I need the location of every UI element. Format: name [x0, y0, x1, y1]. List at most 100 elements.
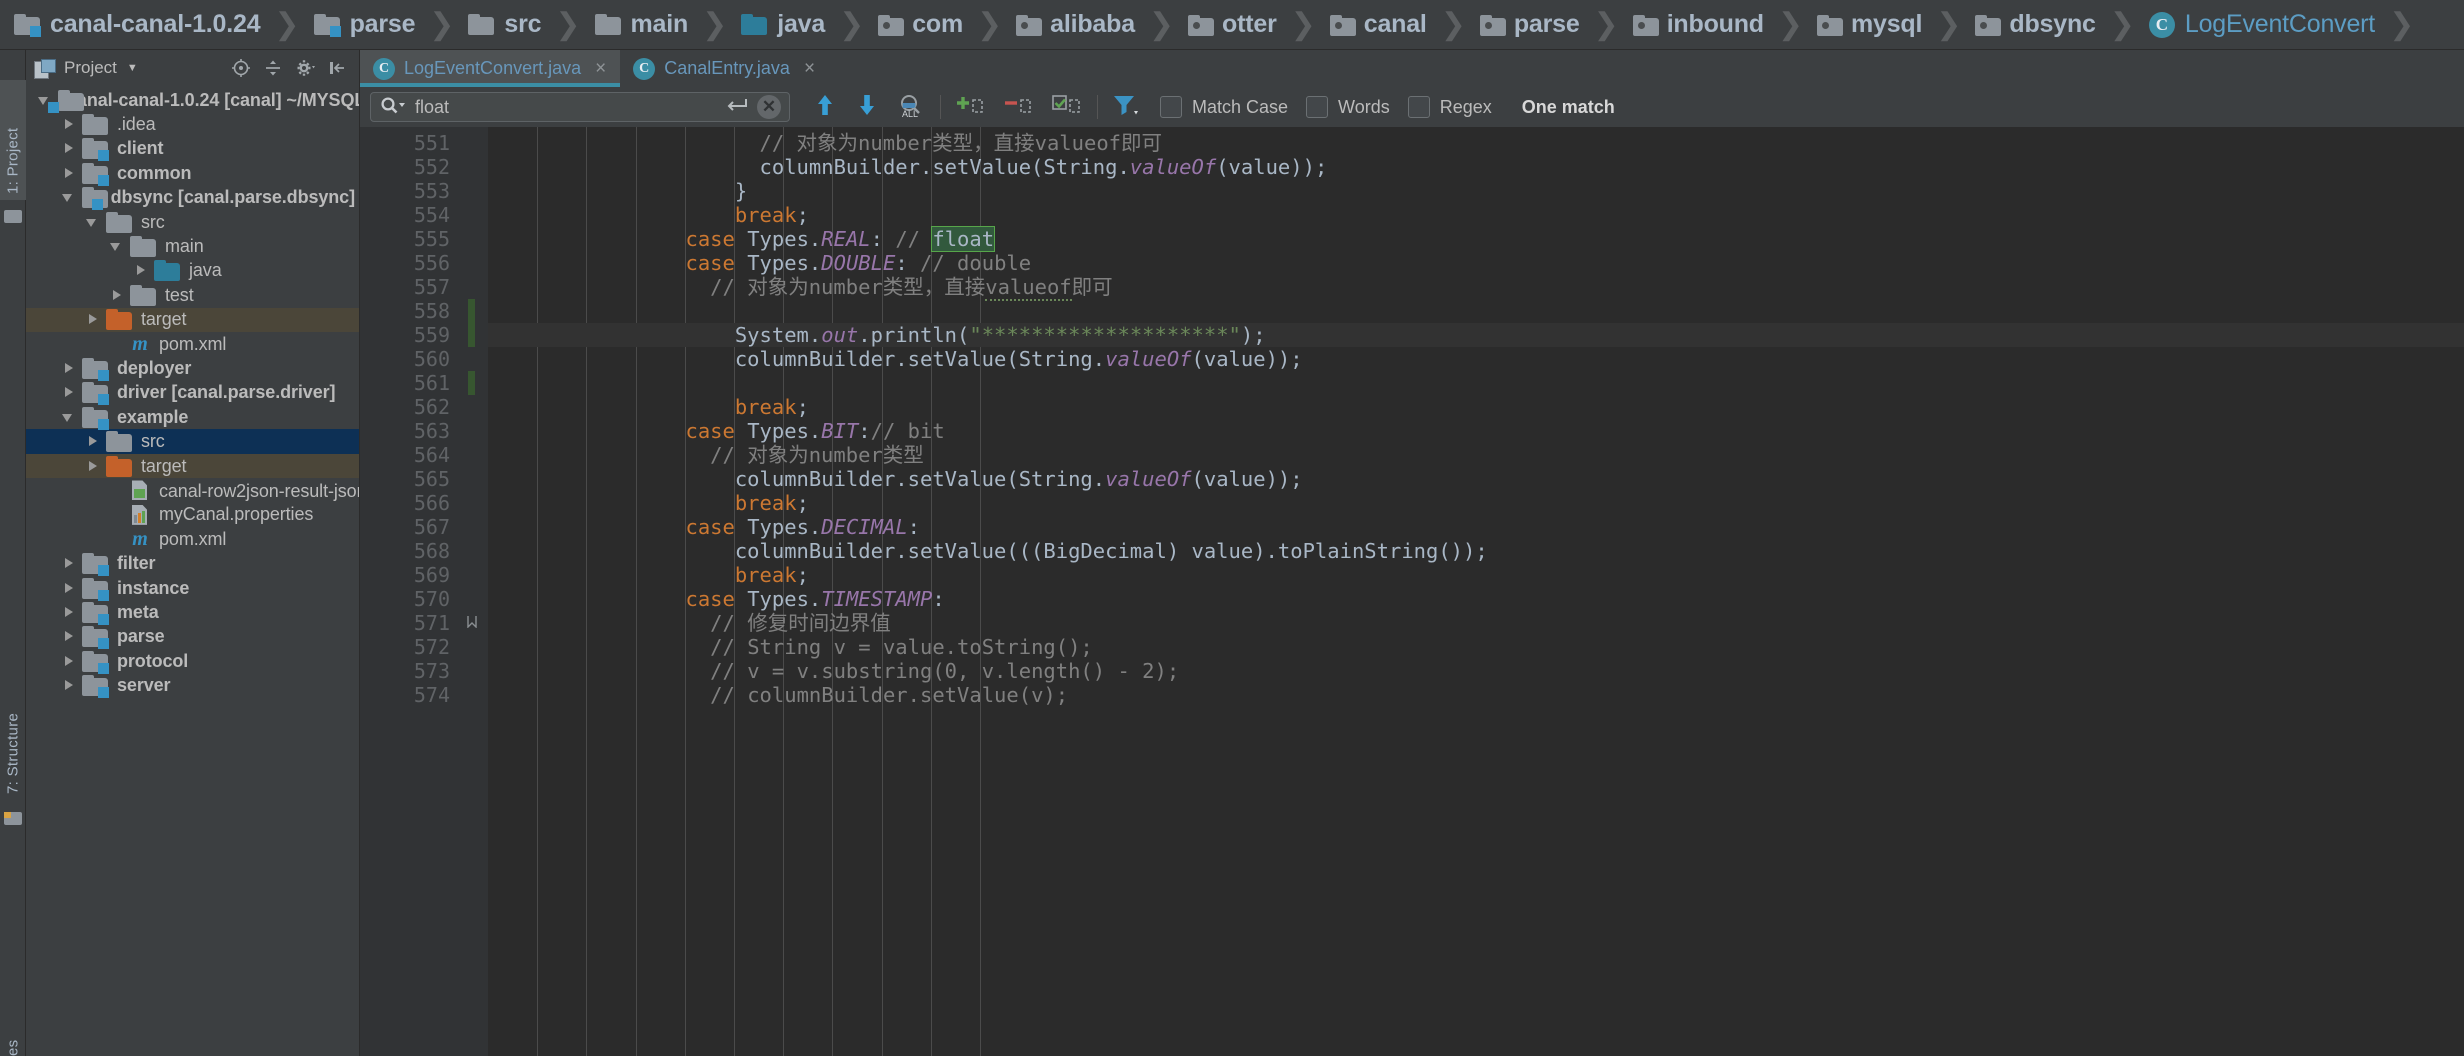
rail-tab-favorites[interactable]: Favorites — [0, 1010, 26, 1056]
change-marker[interactable] — [468, 371, 475, 395]
code-line[interactable]: break; — [488, 491, 2464, 515]
chevron-right-icon[interactable] — [134, 264, 147, 277]
tree-node-server[interactable]: server — [26, 673, 359, 699]
code-line[interactable] — [488, 371, 2464, 395]
chevron-down-icon[interactable] — [86, 216, 99, 229]
code-line[interactable]: // String v = value.toString(); — [488, 635, 2464, 659]
tree-node-test[interactable]: test — [26, 283, 359, 307]
chevron-right-icon[interactable] — [62, 655, 75, 668]
tree-node-common[interactable]: common — [26, 161, 359, 186]
fold-marker[interactable] — [466, 615, 479, 629]
breadcrumb-item-canal[interactable]: canal ❯ — [1329, 0, 1480, 50]
words-checkbox[interactable]: Words — [1306, 96, 1390, 118]
chevron-right-icon[interactable] — [110, 289, 123, 302]
select-all-icon[interactable] — [1051, 92, 1083, 123]
breadcrumb-item-parse[interactable]: parse ❯ — [1479, 0, 1633, 50]
breadcrumb-item-mysql[interactable]: mysql ❯ — [1817, 0, 1975, 50]
breadcrumb-item-main[interactable]: main ❯ — [594, 0, 742, 50]
collapse-all-icon[interactable] — [263, 58, 283, 78]
gear-icon[interactable] — [295, 58, 315, 78]
tree-node-java[interactable]: java — [26, 259, 359, 283]
breadcrumb-item-com[interactable]: com ❯ — [878, 0, 1016, 50]
code-line[interactable]: System.out.println("********************… — [488, 323, 2464, 347]
tree-node-main[interactable]: main — [26, 234, 359, 258]
breadcrumb-item-alibaba[interactable]: alibaba ❯ — [1016, 0, 1188, 50]
code-line[interactable]: // v = v.substring(0, v.length() - 2); — [488, 659, 2464, 683]
chevron-right-icon[interactable] — [62, 582, 75, 595]
rail-tab-structure[interactable]: 7: Structure — [0, 650, 26, 800]
code-line[interactable]: columnBuilder.setValue(((BigDecimal) val… — [488, 539, 2464, 563]
breadcrumb-item-inbound[interactable]: inbound ❯ — [1632, 0, 1817, 50]
tree-node-protocol[interactable]: protocol — [26, 649, 359, 674]
breadcrumb-item-logeventconvert[interactable]: C LogEventConvert ❯ — [2148, 0, 2428, 50]
find-next-icon[interactable] — [854, 92, 880, 123]
chevron-down-icon[interactable]: ▼ — [127, 62, 138, 74]
select-all-occurrences-icon[interactable]: ALL — [896, 92, 926, 123]
breadcrumb-item-java[interactable]: java ❯ — [741, 0, 878, 50]
code-line[interactable]: columnBuilder.setValue(String.valueOf(va… — [488, 155, 2464, 179]
tree-node-target[interactable]: target — [26, 307, 359, 332]
change-marker[interactable] — [468, 299, 475, 323]
tree-node-instance[interactable]: instance — [26, 576, 359, 601]
breadcrumb-item-src[interactable]: src ❯ — [468, 0, 594, 50]
breadcrumb-item-otter[interactable]: otter ❯ — [1188, 0, 1330, 50]
tree-node-example[interactable]: example — [26, 405, 359, 430]
close-icon[interactable]: × — [595, 59, 606, 78]
hide-icon[interactable] — [327, 58, 347, 78]
tree-node-mycanal-properties[interactable]: myCanal.properties — [26, 503, 359, 527]
code-line[interactable]: // 对象为number类型，直接valueof即可 — [488, 131, 2464, 155]
chevron-right-icon[interactable] — [62, 362, 75, 375]
code-line[interactable]: case Types.TIMESTAMP: — [488, 587, 2464, 611]
code-line[interactable]: break; — [488, 203, 2464, 227]
chevron-right-icon[interactable] — [86, 460, 99, 473]
code-line[interactable]: } — [488, 179, 2464, 203]
chevron-right-icon[interactable] — [62, 386, 75, 399]
tree-node-client[interactable]: client — [26, 137, 359, 162]
code-line[interactable]: case Types.DOUBLE: // double — [488, 251, 2464, 275]
find-previous-icon[interactable] — [812, 92, 838, 123]
chevron-right-icon[interactable] — [62, 606, 75, 619]
code-line[interactable]: // 对象为number类型，直接valueof即可 — [488, 275, 2464, 301]
match-case-box[interactable] — [1160, 96, 1182, 118]
rail-tab-project[interactable]: 1: Project — [0, 80, 26, 200]
code-line[interactable]: break; — [488, 563, 2464, 587]
code-line[interactable]: // 对象为number类型 — [488, 443, 2464, 467]
change-marker-gutter[interactable] — [460, 127, 488, 1056]
code-line[interactable]: case Types.REAL: // float — [488, 226, 2464, 252]
breadcrumb-item-dbsync[interactable]: dbsync ❯ — [1975, 0, 2148, 50]
chevron-right-icon[interactable] — [62, 142, 75, 155]
code-editor[interactable]: 551 552 553 554 555 556 557 558 559 560 561 562 563 5… — [360, 127, 2464, 1056]
match-case-checkbox[interactable]: Match Case — [1160, 96, 1288, 118]
tree-node-filter[interactable]: filter — [26, 551, 359, 577]
chevron-right-icon[interactable] — [62, 630, 75, 643]
chevron-right-icon[interactable] — [62, 118, 75, 131]
tree-node-meta[interactable]: meta — [26, 600, 359, 625]
breadcrumb-item-canal-canal-1-0-24[interactable]: canal-canal-1.0.24 ❯ — [14, 0, 314, 50]
code-line[interactable] — [488, 299, 2464, 323]
code-line[interactable]: // 修复时间边界值 — [488, 611, 2464, 635]
enter-icon[interactable] — [725, 96, 749, 119]
tree-node-src[interactable]: src — [26, 429, 359, 454]
tree-node-driver[interactable]: driver [canal.parse.driver] — [26, 381, 359, 406]
tree-node--idea[interactable]: .idea — [26, 112, 359, 136]
code-line[interactable]: break; — [488, 395, 2464, 419]
code-line[interactable]: // columnBuilder.setValue(v); — [488, 683, 2464, 707]
regex-box[interactable] — [1407, 96, 1430, 118]
editor-tab-logeventconvert-java[interactable]: C LogEventConvert.java × — [360, 50, 621, 87]
code-line[interactable]: case Types.DECIMAL: — [488, 515, 2464, 539]
search-input[interactable]: float ✕ — [370, 92, 790, 122]
add-occurrence-icon[interactable] — [955, 92, 987, 123]
tree-node-deployer[interactable]: deployer — [26, 356, 359, 381]
tree-node-parse[interactable]: parse — [26, 625, 359, 650]
chevron-down-icon[interactable] — [110, 240, 123, 253]
tree-node-target[interactable]: target — [26, 453, 359, 479]
code-line[interactable]: columnBuilder.setValue(String.valueOf(va… — [488, 467, 2464, 491]
clear-search-icon[interactable]: ✕ — [757, 95, 781, 119]
editor-tab-canalentry-java[interactable]: C CanalEntry.java × — [620, 50, 829, 87]
code-line[interactable]: columnBuilder.setValue(String.valueOf(va… — [488, 347, 2464, 371]
tree-node-canal-canal-1-0-24[interactable]: canal-canal-1.0.24 [canal] ~/MYSQL — [26, 88, 359, 113]
chevron-down-icon[interactable] — [62, 411, 75, 424]
breadcrumb-item-parse[interactable]: parse ❯ — [313, 0, 469, 50]
tree-node-src[interactable]: src — [26, 210, 359, 234]
chevron-right-icon[interactable] — [62, 557, 75, 570]
